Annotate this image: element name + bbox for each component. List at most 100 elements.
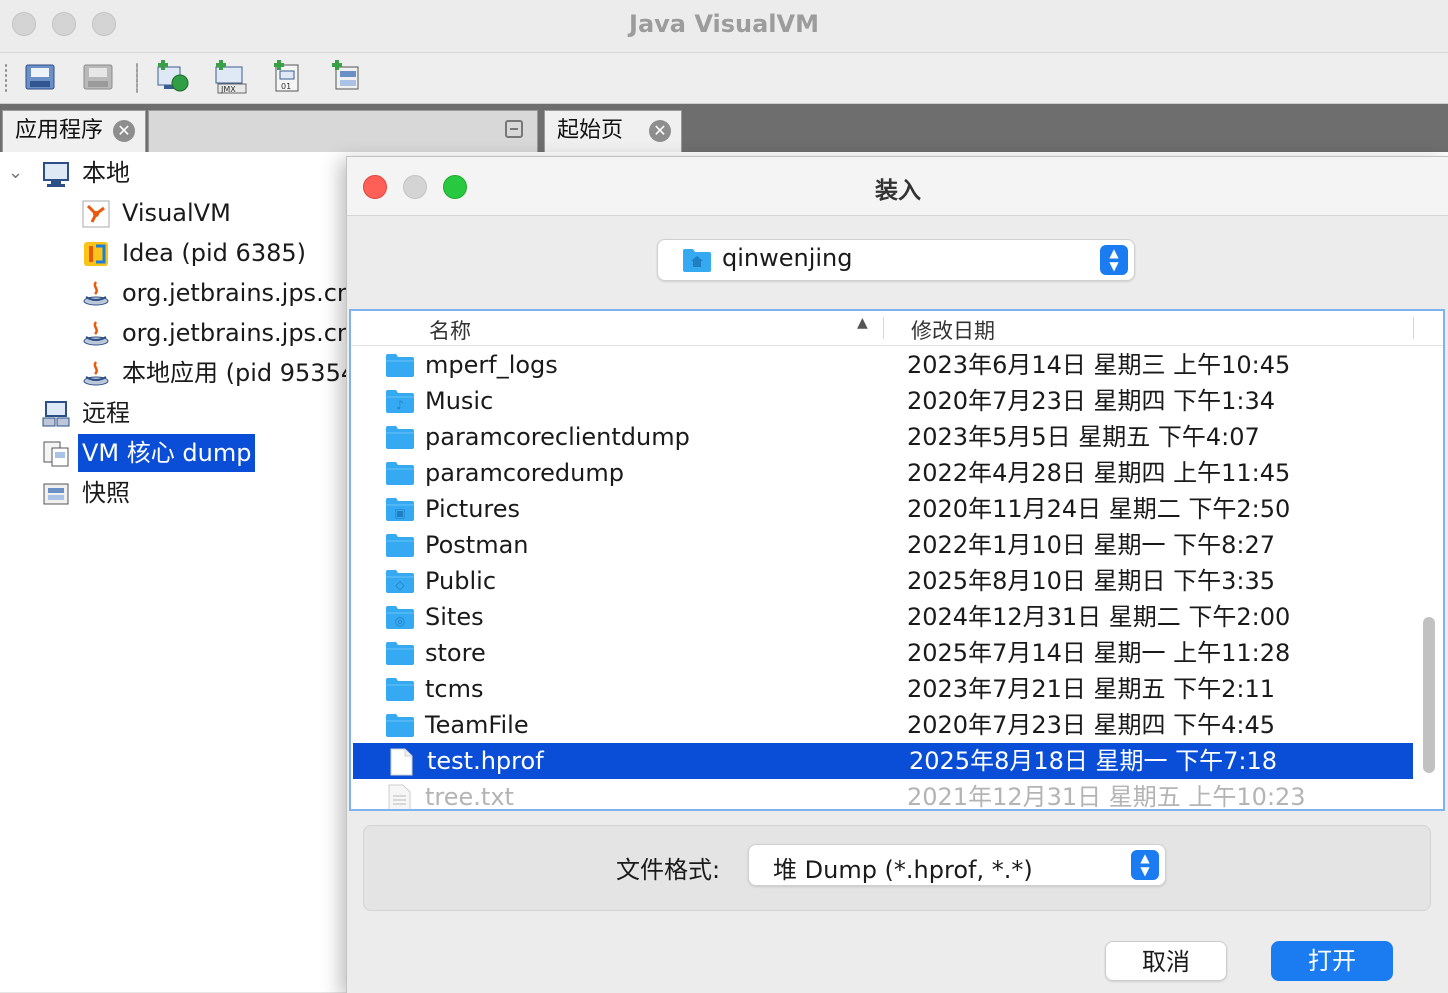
folder-icon <box>385 712 415 738</box>
save-button[interactable] <box>80 59 116 95</box>
file-name: Public <box>425 567 497 595</box>
file-row[interactable]: test.hprof 2025年8月18日 星期一 下午7:18 <box>353 743 1413 779</box>
folder-icon <box>385 640 415 666</box>
file-row[interactable]: paramcoredump 2022年4月28日 星期四 上午11:45 <box>351 455 1415 491</box>
music-folder-icon: ♪ <box>385 388 415 414</box>
main-toolbar: JMX 01 <box>0 53 1448 104</box>
document-icon <box>387 748 417 776</box>
snapshots-icon <box>43 483 69 505</box>
home-folder-icon <box>683 249 711 272</box>
tree-node-snapshots-label: 快照 <box>82 479 130 507</box>
tree-node-app-label: org.jetbrains.jps.cn <box>122 319 353 347</box>
tab-applications-label: 应用程序 <box>15 118 104 143</box>
svg-text:▣: ▣ <box>394 506 405 520</box>
file-name: mperf_logs <box>425 351 558 379</box>
text-file-icon <box>385 784 415 809</box>
tree-node-app-label: Idea (pid 6385) <box>122 239 306 267</box>
chevron-updown-icon: ▲ ▼ <box>1100 245 1128 275</box>
file-name: TeamFile <box>425 711 529 739</box>
file-row[interactable]: store 2025年7月14日 星期一 上午11:28 <box>351 635 1415 671</box>
java-app-icon <box>83 281 109 306</box>
file-name: Music <box>425 387 494 415</box>
add-vm-coredump-button[interactable]: 01 <box>270 59 306 95</box>
format-panel: 文件格式: 堆 Dump (*.hprof, *.*) ▲ ▼ <box>363 825 1431 911</box>
column-header-modified[interactable]: 修改日期 <box>911 315 995 345</box>
file-row[interactable]: ▣ Pictures 2020年11月24日 星期二 下午2:50 <box>351 491 1415 527</box>
column-header-name[interactable]: 名称 <box>429 315 471 345</box>
main-title-bar: Java VisualVM <box>0 0 1448 53</box>
file-row[interactable]: Postman 2022年1月10日 星期一 下午8:27 <box>351 527 1415 563</box>
file-modified-date: 2023年5月5日 星期五 下午4:07 <box>907 423 1260 451</box>
folder-icon <box>385 424 415 450</box>
file-name: tree.txt <box>425 783 514 811</box>
tree-node-local-label: 本地 <box>82 159 130 187</box>
sort-ascending-icon[interactable]: ▲ <box>857 315 868 331</box>
file-name: Postman <box>425 531 529 559</box>
cancel-button[interactable]: 取消 <box>1105 941 1227 981</box>
tab-applications-close-icon[interactable]: ✕ <box>113 120 135 142</box>
add-jmx-connection-button[interactable]: JMX <box>212 59 248 95</box>
file-name: tcms <box>425 675 484 703</box>
add-vm-coredump-icon: 01 <box>274 60 299 92</box>
folder-icon <box>385 460 415 486</box>
file-name: Sites <box>425 603 484 631</box>
folder-icon <box>385 676 415 702</box>
file-modified-date: 2021年12月31日 星期五 上午10:23 <box>907 783 1306 811</box>
file-format-value: 堆 Dump (*.hprof, *.*) <box>773 856 1033 884</box>
chevron-updown-icon: ▲ ▼ <box>1131 850 1159 880</box>
file-modified-date: 2025年8月18日 星期一 下午7:18 <box>909 747 1278 775</box>
file-row[interactable]: tcms 2023年7月21日 星期五 下午2:11 <box>351 671 1415 707</box>
folder-icon <box>385 352 415 378</box>
tree-node-app-label: VisualVM <box>122 199 231 227</box>
file-modified-date: 2020年11月24日 星期二 下午2:50 <box>907 495 1291 523</box>
visualvm-icon <box>82 200 110 228</box>
sites-folder-icon: ◎ <box>385 604 415 630</box>
file-row[interactable]: TeamFile 2020年7月23日 星期四 下午4:45 <box>351 707 1415 743</box>
file-format-dropdown[interactable]: 堆 Dump (*.hprof, *.*) ▲ ▼ <box>748 844 1166 886</box>
file-row[interactable]: ◇ Public 2025年8月10日 星期日 下午3:35 <box>351 563 1415 599</box>
file-modified-date: 2025年7月14日 星期一 上午11:28 <box>907 639 1291 667</box>
add-remote-host-button[interactable] <box>154 59 190 95</box>
tree-node-vm-coredump-label: VM 核心 dump <box>78 434 256 472</box>
file-modified-date: 2022年1月10日 星期一 下午8:27 <box>907 531 1276 559</box>
add-jmx-connection-icon: JMX <box>215 60 247 94</box>
svg-text:01: 01 <box>281 82 291 91</box>
file-list-scrollbar[interactable] <box>1423 617 1435 773</box>
toolbar-grip <box>4 63 8 93</box>
save-icon <box>83 64 113 90</box>
file-format-label: 文件格式: <box>616 856 721 884</box>
file-name: paramcoredump <box>425 459 624 487</box>
add-snapshot-button[interactable] <box>328 59 364 95</box>
location-dropdown[interactable]: qinwenjing ▲ ▼ <box>657 239 1135 281</box>
load-button[interactable] <box>22 59 58 95</box>
file-modified-date: 2020年7月23日 星期四 下午1:34 <box>907 387 1276 415</box>
tab-start-page-close-icon[interactable]: ✕ <box>649 120 671 142</box>
tab-start-page[interactable]: 起始页 ✕ <box>544 110 682 152</box>
tree-node-app-label: org.jetbrains.jps.cn <box>122 279 353 307</box>
file-modified-date: 2025年8月10日 星期日 下午3:35 <box>907 567 1276 595</box>
file-row[interactable]: ♪ Music 2020年7月23日 星期四 下午1:34 <box>351 383 1415 419</box>
chevron-down-icon[interactable]: ⌄ <box>8 154 23 192</box>
file-row[interactable]: ◎ Sites 2024年12月31日 星期二 下午2:00 <box>351 599 1415 635</box>
intellij-icon <box>84 242 108 266</box>
file-list[interactable]: 名称 ▲ 修改日期 mperf_logs 2023年6月14日 星期三 上午10:… <box>349 309 1445 811</box>
file-name: Pictures <box>425 495 521 523</box>
tree-node-app-label: 本地应用 (pid 95354 <box>122 359 357 387</box>
file-name: store <box>425 639 486 667</box>
load-icon <box>25 64 55 90</box>
file-list-header: 名称 ▲ 修改日期 <box>351 311 1443 346</box>
tab-start-page-label: 起始页 <box>557 118 624 143</box>
dialog-title-bar: 装入 <box>347 157 1448 216</box>
public-folder-icon: ◇ <box>385 568 415 594</box>
dialog-title: 装入 <box>875 178 921 204</box>
file-row[interactable]: paramcoreclientdump 2023年5月5日 星期五 下午4:07 <box>351 419 1415 455</box>
location-value: qinwenjing <box>722 244 853 272</box>
open-button[interactable]: 打开 <box>1271 941 1393 981</box>
file-row[interactable]: mperf_logs 2023年6月14日 星期三 上午10:45 <box>351 347 1415 383</box>
file-modified-date: 2022年4月28日 星期四 上午11:45 <box>907 459 1291 487</box>
java-app-icon <box>83 361 109 386</box>
svg-text:JMX: JMX <box>220 85 236 94</box>
file-row: tree.txt 2021年12月31日 星期五 上午10:23 <box>351 779 1415 811</box>
minimize-panel-icon[interactable] <box>505 120 523 138</box>
tab-applications[interactable]: 应用程序 ✕ <box>2 110 146 152</box>
